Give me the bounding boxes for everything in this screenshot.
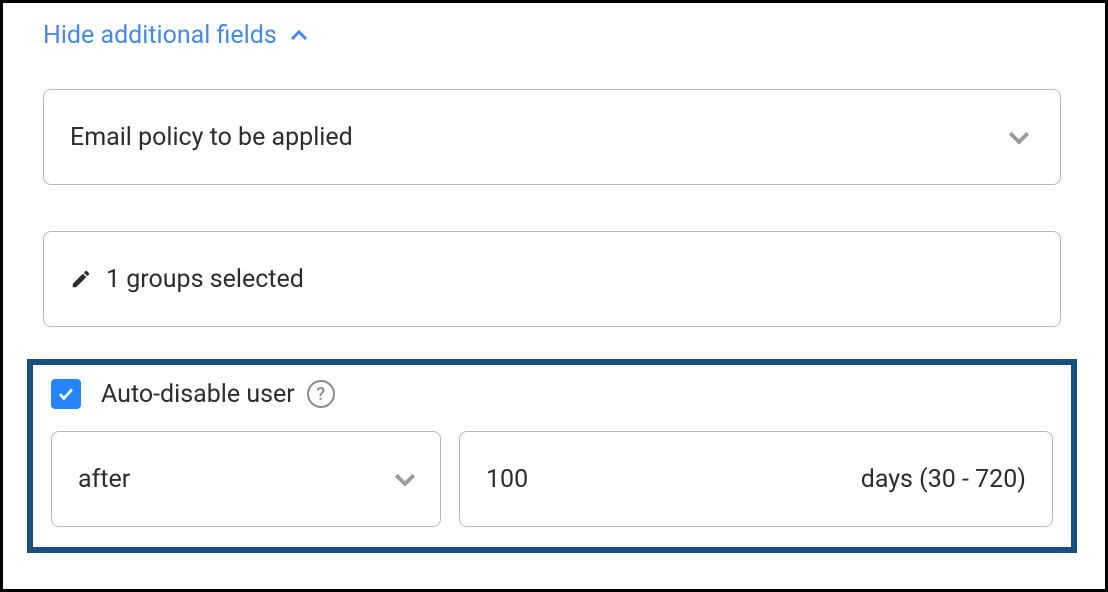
auto-disable-label-wrap: Auto-disable user ? xyxy=(101,380,335,409)
auto-disable-row: Auto-disable user ? xyxy=(51,379,1053,409)
form-frame: Hide additional fields Email policy to b… xyxy=(0,0,1108,592)
auto-disable-checkbox[interactable] xyxy=(51,379,81,409)
help-icon[interactable]: ? xyxy=(307,380,335,408)
chevron-down-icon xyxy=(390,464,420,494)
auto-disable-section: Auto-disable user ? after days (30 - 720… xyxy=(27,359,1077,553)
groups-selector[interactable]: 1 groups selected xyxy=(43,231,1061,327)
toggle-additional-fields[interactable]: Hide additional fields xyxy=(43,21,311,50)
chevron-down-icon xyxy=(1004,122,1034,152)
email-policy-placeholder: Email policy to be applied xyxy=(70,123,353,152)
timing-select[interactable]: after xyxy=(51,431,441,527)
toggle-label: Hide additional fields xyxy=(43,21,277,50)
chevron-up-icon xyxy=(287,24,311,48)
check-icon xyxy=(57,385,75,403)
days-field[interactable]: days (30 - 720) xyxy=(459,431,1053,527)
email-policy-select[interactable]: Email policy to be applied xyxy=(43,89,1061,185)
timing-value: after xyxy=(78,465,130,494)
auto-disable-label: Auto-disable user xyxy=(101,380,295,409)
pencil-icon xyxy=(70,268,92,290)
days-input[interactable] xyxy=(486,465,636,494)
auto-disable-controls: after days (30 - 720) xyxy=(51,431,1053,527)
groups-text: 1 groups selected xyxy=(106,265,304,294)
days-hint: days (30 - 720) xyxy=(861,465,1026,494)
